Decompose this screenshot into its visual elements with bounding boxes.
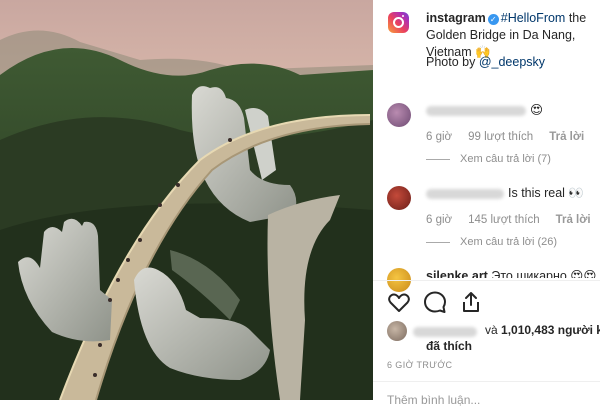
credit-prefix: Photo by [426,55,479,69]
blurred-username [413,327,477,337]
heart-icon[interactable] [387,290,411,314]
likes-suffix: đã thích [426,339,473,353]
divider [373,381,600,382]
share-icon[interactable] [459,290,483,314]
comment-likes[interactable]: 99 lượt thích [468,131,533,143]
comment-username[interactable]: silenke.art [426,269,488,278]
avatar[interactable] [387,103,411,127]
photo-credit: Photo by @_deepsky [426,55,545,69]
comment-time: 6 giờ [426,214,453,226]
credit-handle[interactable]: @_deepsky [479,55,545,69]
comment-time: 6 giờ [426,131,453,143]
instagram-logo-icon[interactable] [388,12,409,33]
comment-1: 😍 [426,102,543,117]
comment-text: 😍 [530,103,544,117]
post-timestamp[interactable]: 6 GIỜ TRƯỚC [387,360,452,370]
blurred-username [426,105,526,116]
reply-button[interactable]: Trả lời [556,214,591,226]
post-panel: instagram ✓ #HelloFrom the Golden Bridge i… [373,0,600,407]
reply-button[interactable]: Trả lời [549,131,584,143]
likes-count[interactable]: 1,010,483 người khác [501,323,600,337]
comment-meta: 6 giờ 145 lượt thích Trả lời [426,214,600,226]
likes-conj: và [485,323,498,337]
post-caption: instagram ✓ #HelloFrom the Golden Bridge i… [426,10,600,61]
caption-hashtag[interactable]: #HelloFrom [501,11,566,25]
comment-3: silenke.art Это шикарно 😍😍 [426,268,596,278]
blurred-username [426,188,504,199]
avatar[interactable] [387,186,411,210]
post-photo[interactable] [0,0,373,400]
golden-bridge-photo [0,0,373,400]
comment-text: Это шикарно 😍😍 [491,269,597,278]
comment-2: Is this real 👀 [426,186,584,201]
avatar[interactable] [387,321,407,341]
add-comment-input[interactable]: Thêm bình luận... [387,393,480,407]
comment-icon[interactable] [423,290,447,314]
comment-text: Is this real 👀 [508,186,585,200]
verified-badge-icon: ✓ [487,14,499,25]
account-name[interactable]: instagram [426,11,486,25]
likes-summary[interactable]: và 1,010,483 người khác [485,323,600,337]
view-replies-button[interactable]: Xem câu trả lời (7) [426,153,551,165]
view-replies-button[interactable]: Xem câu trả lời (26) [426,236,557,248]
comment-meta: 6 giờ 99 lượt thích Trả lời [426,131,600,143]
comment-likes[interactable]: 145 lượt thích [468,214,540,226]
divider [373,280,600,281]
